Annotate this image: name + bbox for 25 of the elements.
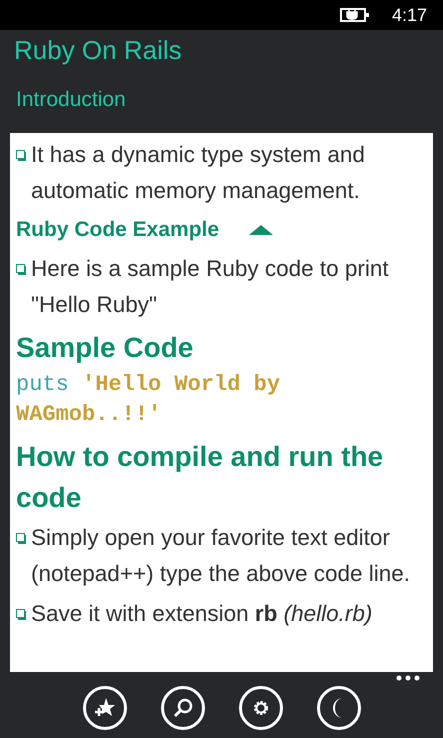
- page-title: Introduction: [15, 88, 127, 113]
- bullet-text: Here is a sample Ruby code to print "Hello Ruby": [30, 255, 390, 319]
- search-button[interactable]: [160, 686, 204, 730]
- settings-icon: [252, 699, 270, 717]
- bullet-text: Save it with extension rb (hello.rb): [30, 600, 374, 628]
- bullet-icon: [16, 533, 27, 544]
- bullet-icon: [16, 264, 27, 275]
- bullet-text: It has a dynamic type system and automatic memory management.: [30, 141, 366, 205]
- battery-charging-icon: [340, 7, 370, 23]
- favorites-button[interactable]: [82, 686, 126, 730]
- bullet-icon: [16, 150, 27, 161]
- bullet-text: Simply open your favorite text editor (notepad++) type the above code line.: [30, 524, 412, 588]
- app-title: Ruby On Rails: [13, 34, 183, 67]
- bullet-icon: [16, 609, 27, 620]
- settings-button[interactable]: [238, 686, 282, 730]
- heading: Sample Code: [16, 331, 194, 365]
- search-icon: [172, 697, 194, 719]
- collapse-icon[interactable]: [249, 225, 274, 235]
- night-mode-button[interactable]: [316, 686, 360, 730]
- clock: 4:17: [392, 4, 427, 26]
- heading: How to compile and run the code: [16, 440, 384, 515]
- code-line: puts 'Hello World by WAGmob..!!': [16, 371, 282, 429]
- more-icon[interactable]: [396, 675, 420, 681]
- star-plus-icon: [94, 697, 116, 719]
- section-heading: Ruby Code Example: [16, 218, 220, 242]
